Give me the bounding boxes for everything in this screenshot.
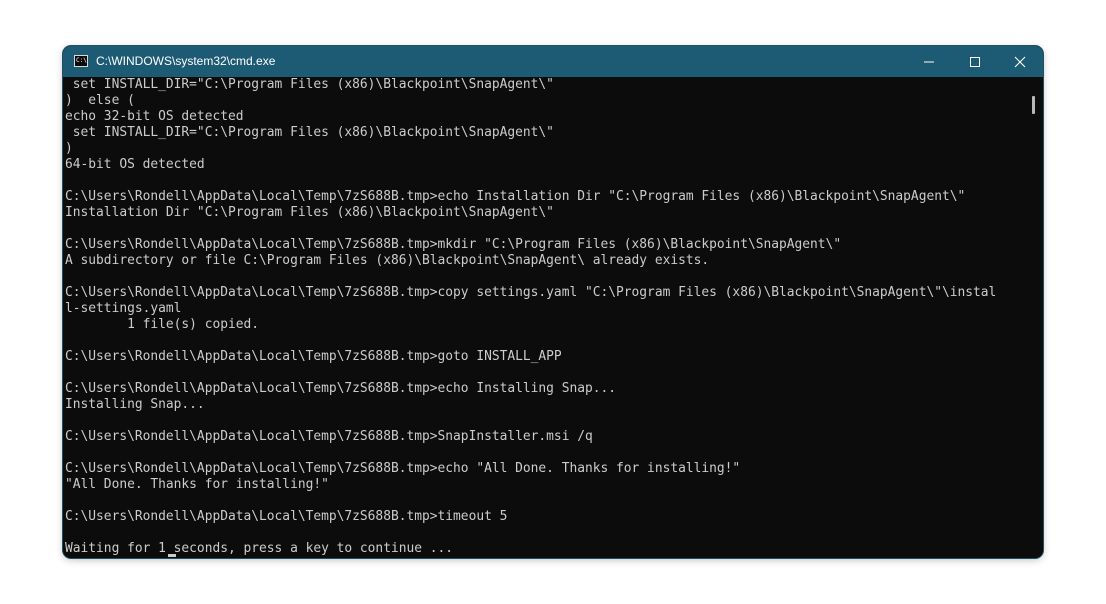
terminal-line: C:\Users\Rondell\AppData\Local\Temp\7zS6…: [65, 349, 562, 364]
terminal-line: 1 file(s) copied.: [65, 317, 260, 332]
close-icon: [1014, 56, 1026, 67]
maximize-icon: [970, 56, 980, 67]
minimize-icon: [924, 61, 934, 62]
title-bar[interactable]: C:\ C:\WINDOWS\system32\cmd.exe: [63, 46, 1043, 77]
terminal-line: echo 32-bit OS detected: [65, 109, 244, 124]
terminal-line: Installing Snap...: [65, 397, 205, 412]
terminal-line: Waiting for 1 seconds, press a key to co…: [65, 541, 454, 556]
terminal-line: C:\Users\Rondell\AppData\Local\Temp\7zS6…: [65, 237, 842, 252]
terminal-line: Installation Dir "C:\Program Files (x86)…: [65, 205, 554, 220]
terminal-line: C:\Users\Rondell\AppData\Local\Temp\7zS6…: [65, 285, 997, 300]
terminal-line: C:\Users\Rondell\AppData\Local\Temp\7zS6…: [65, 381, 617, 396]
terminal-line: 64-bit OS detected: [65, 157, 205, 172]
terminal-line: C:\Users\Rondell\AppData\Local\Temp\7zS6…: [65, 189, 966, 204]
terminal-line: "All Done. Thanks for installing!": [65, 477, 329, 492]
terminal-line: l-settings.yaml: [65, 301, 182, 316]
text-cursor: [168, 554, 176, 557]
terminal-line: C:\Users\Rondell\AppData\Local\Temp\7zS6…: [65, 461, 741, 476]
vertical-scrollbar[interactable]: [1026, 77, 1043, 558]
scrollbar-thumb[interactable]: [1032, 96, 1035, 114]
minimize-button[interactable]: [906, 46, 952, 77]
maximize-button[interactable]: [952, 46, 998, 77]
terminal-line: ): [65, 141, 73, 156]
window-title: C:\WINDOWS\system32\cmd.exe: [96, 54, 276, 68]
cmd-app-icon[interactable]: C:\: [74, 55, 88, 67]
terminal-line: set INSTALL_DIR="C:\Program Files (x86)\…: [65, 125, 554, 140]
terminal-line: C:\Users\Rondell\AppData\Local\Temp\7zS6…: [65, 429, 593, 444]
terminal-line: set INSTALL_DIR="C:\Program Files (x86)\…: [65, 77, 554, 92]
terminal-line: C:\Users\Rondell\AppData\Local\Temp\7zS6…: [65, 509, 508, 524]
terminal-output[interactable]: set INSTALL_DIR="C:\Program Files (x86)\…: [63, 77, 1026, 558]
close-button[interactable]: [997, 46, 1043, 77]
cmd-window: C:\ C:\WINDOWS\system32\cmd.exe set INST…: [63, 46, 1043, 558]
terminal-line: ) else (: [65, 93, 135, 108]
terminal-line: A subdirectory or file C:\Program Files …: [65, 253, 710, 268]
